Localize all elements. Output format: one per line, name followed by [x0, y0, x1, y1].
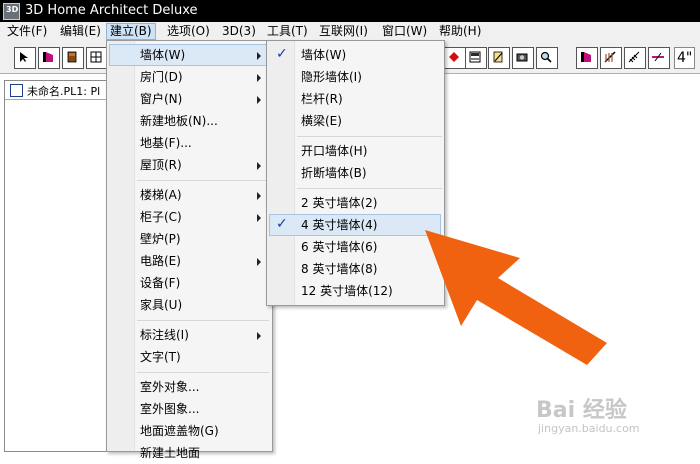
watermark: Bai 经验 jingyan.baidu.com [536, 392, 666, 442]
watermark-url: jingyan.baidu.com [538, 422, 640, 435]
arrow-icon [425, 230, 607, 365]
watermark-logo: Bai 经验 [536, 398, 627, 423]
annotation-arrow [425, 230, 607, 365]
